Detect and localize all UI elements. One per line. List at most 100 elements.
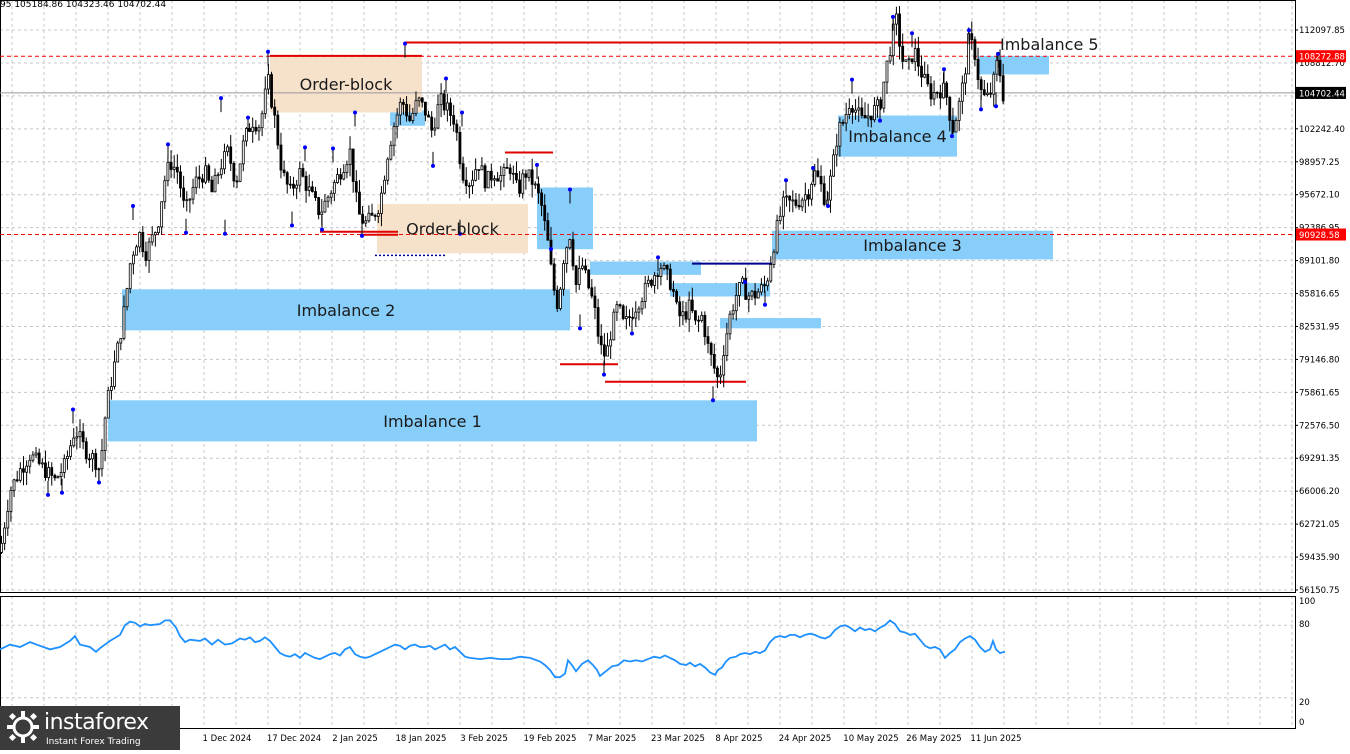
- candle-body: [945, 82, 949, 98]
- fractal-down-marker: [630, 331, 634, 336]
- candle-body: [116, 342, 120, 363]
- candle-body: [119, 337, 123, 344]
- candle-body: [571, 239, 575, 267]
- time-axis-label: 2 Jan 2025: [332, 734, 378, 744]
- chart-canvas[interactable]: Imbalance 1 Imbalance 2 Imbalance 3 Imbalan…: [0, 0, 1350, 750]
- candle-body: [797, 204, 801, 208]
- price-tags: 108272.88 90928.58 104702.44: [1296, 50, 1346, 241]
- fractal-up-marker: [850, 77, 854, 82]
- candle-body: [452, 115, 456, 125]
- candle-body: [860, 107, 864, 116]
- candle-body: [483, 165, 487, 189]
- candle-body: [414, 100, 418, 114]
- candle-body: [351, 148, 355, 182]
- candle-body: [288, 183, 292, 186]
- candle-body: [694, 310, 697, 321]
- candle-body: [135, 246, 138, 256]
- fractal-up-marker: [131, 204, 135, 209]
- fractal-down-marker: [184, 230, 188, 235]
- candle-body: [467, 185, 471, 188]
- candle-body: [295, 184, 299, 189]
- candle-body: [40, 462, 44, 465]
- candle-body: [587, 269, 591, 289]
- candle-body: [785, 195, 788, 198]
- candle-body: [34, 452, 38, 456]
- candle-body: [307, 186, 311, 191]
- candle-body: [628, 316, 631, 318]
- candle-body: [888, 55, 892, 62]
- candle-body: [602, 344, 606, 357]
- candle-body: [502, 166, 506, 176]
- imbalance-zone: [590, 261, 701, 275]
- candle-body: [449, 102, 452, 116]
- fractal-up-marker: [303, 145, 307, 150]
- candle-body: [348, 148, 352, 166]
- fractal-down-marker: [602, 372, 606, 377]
- price-tag-label: 104702.44: [1299, 89, 1345, 99]
- candle-body: [383, 179, 386, 194]
- candle-body: [423, 101, 427, 116]
- candle-body: [766, 280, 770, 287]
- candle-body: [270, 74, 273, 108]
- oscillator-pane: [0, 619, 1006, 679]
- candle-body: [373, 214, 377, 217]
- candle-body: [72, 437, 76, 447]
- candle-body: [650, 279, 653, 286]
- fractal-down-marker: [826, 204, 830, 209]
- time-axis-label: 26 May 2025: [906, 734, 961, 744]
- zone-label: Order-block: [406, 220, 499, 239]
- price-axis-tick: 69291.35: [1299, 454, 1340, 464]
- candle-body: [596, 307, 600, 337]
- candle-body: [982, 89, 986, 95]
- candle-body: [219, 168, 223, 176]
- oscillator-axis-tick: 20: [1299, 698, 1310, 708]
- candle-body: [254, 126, 258, 132]
- candle-body: [175, 166, 179, 173]
- fractal-up-marker: [403, 41, 407, 46]
- candle-body: [533, 183, 537, 186]
- candle-body: [728, 313, 732, 335]
- candle-body: [898, 13, 901, 47]
- candle-body: [282, 169, 286, 174]
- candle-body: [442, 93, 446, 111]
- candle-body: [631, 316, 635, 319]
- candle-body: [245, 128, 248, 142]
- candle-body: [138, 232, 142, 248]
- time-axis-label: 11 Jun 2025: [970, 734, 1021, 744]
- candle-body: [273, 106, 277, 116]
- candle-body: [568, 239, 572, 249]
- candle-body: [62, 458, 66, 473]
- price-axis-tick: 82531.95: [1299, 322, 1340, 332]
- candle-body: [769, 264, 773, 282]
- candle-body: [110, 386, 113, 391]
- candle-body: [461, 163, 465, 181]
- candle-body: [94, 453, 98, 470]
- candle-body: [223, 151, 226, 170]
- trading-chart[interactable]: Imbalance 1 Imbalance 2 Imbalance 3 Imbalan…: [0, 0, 1350, 750]
- candle-body: [662, 264, 666, 269]
- candle-body: [235, 180, 239, 183]
- fractal-up-marker: [460, 110, 464, 115]
- candle-body: [709, 343, 713, 355]
- candle-body: [100, 450, 104, 470]
- time-axis-label: 17 Dec 2024: [267, 734, 321, 744]
- candle-body: [772, 251, 776, 265]
- candle-body: [986, 92, 989, 95]
- candle-body: [640, 301, 644, 310]
- candle-body: [882, 81, 886, 109]
- candle-body: [574, 265, 578, 285]
- candle-body: [618, 304, 622, 307]
- candle-body: [103, 417, 107, 451]
- candle-body: [53, 475, 57, 479]
- fractal-up-marker: [353, 110, 357, 115]
- candle-body: [756, 291, 760, 299]
- candle-body: [678, 301, 682, 317]
- candle-body: [684, 311, 688, 320]
- fractal-down-marker: [549, 247, 553, 252]
- candle-body: [0, 542, 3, 553]
- time-axis-label: 1 Dec 2024: [203, 734, 252, 744]
- logo-tagline: Instant Forex Trading: [46, 737, 141, 747]
- candle-body: [66, 455, 69, 460]
- candle-body: [125, 288, 129, 308]
- time-axis-label: 24 Apr 2025: [779, 734, 832, 744]
